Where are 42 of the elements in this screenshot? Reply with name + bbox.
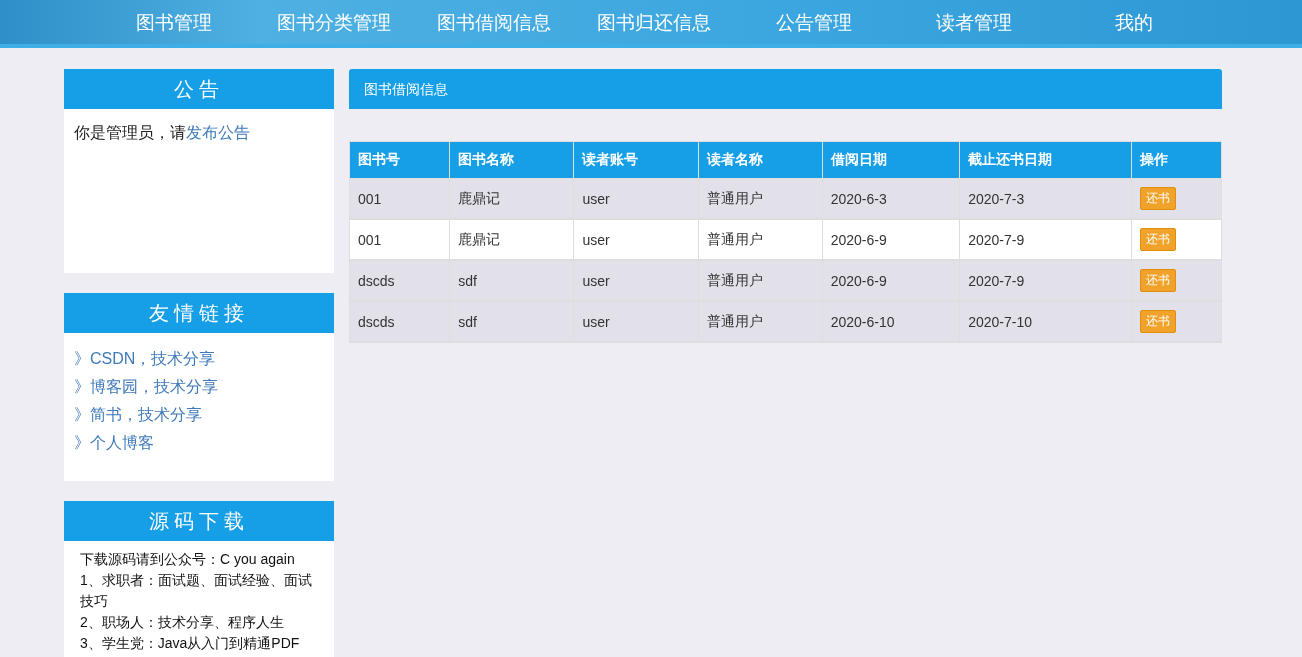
download-text: 下载源码请到公众号：C you again <box>80 550 296 569</box>
table-row[interactable]: dscds sdf user 普通用户 2020-6-10 2020-7-10 还书 <box>349 301 1222 342</box>
panel-title: 友情链接 <box>64 293 334 333</box>
table-cell: 2020-6-10 <box>822 301 960 342</box>
friend-link[interactable]: 》CSDN，技术分享 <box>74 345 324 373</box>
publish-notice-link[interactable]: 发布公告 <box>186 124 250 141</box>
column-header: 图书名称 <box>449 141 574 179</box>
table-cell: sdf <box>449 301 574 342</box>
column-header: 读者账号 <box>573 141 699 179</box>
nav-link[interactable]: 图书归还信息 <box>574 0 734 44</box>
nav-link[interactable]: 图书借阅信息 <box>414 0 574 44</box>
friend-link[interactable]: 》个人博客 <box>74 429 324 457</box>
table-cell: 普通用户 <box>698 301 823 342</box>
nav-link[interactable]: 图书管理 <box>94 0 254 44</box>
return-book-button[interactable]: 还书 <box>1139 310 1176 333</box>
table-cell: user <box>573 301 699 342</box>
panel-title: 源码下载 <box>64 501 334 541</box>
download-text: 2、职场人：技术分享、程序人生 <box>80 613 285 632</box>
table-row[interactable]: dscds sdf user 普通用户 2020-6-9 2020-7-9 还书 <box>349 260 1222 301</box>
friend-link[interactable]: 》简书，技术分享 <box>74 401 324 429</box>
table-cell: dscds <box>349 301 450 342</box>
nav-link[interactable]: 我的 <box>1054 0 1214 44</box>
download-text: 3、学生党：Java从入门到精通PDF <box>80 634 301 653</box>
return-book-button[interactable]: 还书 <box>1139 269 1176 292</box>
column-header: 借阅日期 <box>822 141 960 179</box>
section-title: 图书借阅信息 <box>349 69 1222 109</box>
table-cell: 2020-7-10 <box>959 301 1132 342</box>
friend-link[interactable]: 》博客园，技术分享 <box>74 373 324 401</box>
panel-title: 公告 <box>64 69 334 109</box>
column-header: 图书号 <box>349 141 450 179</box>
return-book-button[interactable]: 还书 <box>1139 187 1176 210</box>
nav-link[interactable]: 公告管理 <box>734 0 894 44</box>
column-header: 读者名称 <box>698 141 823 179</box>
nav-link[interactable]: 图书分类管理 <box>254 0 414 44</box>
table-row[interactable]: 001 鹿鼎记 user 普通用户 2020-6-9 2020-7-9 还书 <box>349 219 1222 260</box>
return-book-button[interactable]: 还书 <box>1139 228 1176 251</box>
column-header: 操作 <box>1131 141 1222 179</box>
download-text: 1、求职者：面试题、面试经验、面试技巧 <box>80 571 313 611</box>
notice-text: 你是管理员，请发布公告 <box>74 123 251 143</box>
column-header: 截止还书日期 <box>959 141 1132 179</box>
nav-link[interactable]: 读者管理 <box>894 0 1054 44</box>
table-row[interactable]: 001 鹿鼎记 user 普通用户 2020-6-3 2020-7-3 还书 <box>349 178 1222 219</box>
